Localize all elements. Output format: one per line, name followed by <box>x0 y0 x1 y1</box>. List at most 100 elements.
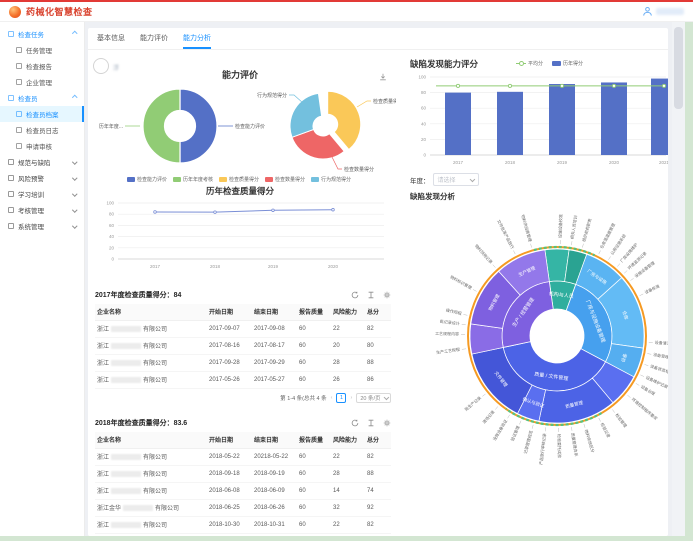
sidebar-item-0[interactable]: 检查任务 <box>0 26 84 42</box>
menu-item-icon <box>8 159 14 165</box>
refresh-icon[interactable] <box>351 291 359 299</box>
company-name-cell: 浙江有限公司 <box>95 320 207 337</box>
export-icon[interactable] <box>367 291 375 299</box>
pie-slice[interactable] <box>180 89 217 163</box>
next-page-button[interactable]: › <box>350 395 352 401</box>
table-cell: 2017-08-16 <box>207 337 252 354</box>
table-row: 浙江有限公司2017-09-072017-09-08602282 <box>95 320 391 337</box>
sidebar-item-7[interactable]: 申请审核 <box>0 138 84 154</box>
sidebar-item-4[interactable]: 检查员 <box>0 90 84 106</box>
refresh-icon[interactable] <box>351 419 359 427</box>
bar-legend-item-0[interactable]: 平均分 <box>516 60 543 67</box>
sunburst-outer-label: 物料供应商管理 <box>520 214 533 243</box>
year-select-placeholder: 请选择 <box>438 175 456 184</box>
export-icon[interactable] <box>367 419 375 427</box>
company-name-cell: 浙江有限公司 <box>95 516 207 533</box>
company-name-cell: 浙江 有限公司 <box>95 482 207 499</box>
company-name-prefix: 浙江 <box>97 327 109 333</box>
table-cell: 82 <box>365 448 391 465</box>
table-2017-title: 2017年度检查质量得分：84 <box>95 290 181 300</box>
legend-item-1[interactable]: 历年年度考核 <box>173 176 213 183</box>
table-panel-2017: 2017年度检查质量得分：84 企业名称开始日期结束日期报告质量风险能力总分浙江… <box>95 289 391 403</box>
redacted-text <box>111 522 141 528</box>
table-cell: 60 <box>297 337 331 354</box>
year-select[interactable]: 请选择 <box>433 173 479 186</box>
table-row: 浙江有限公司2018-10-302018-10-31602282 <box>95 516 391 533</box>
app-title: 药械化智慧检查 <box>26 5 93 18</box>
legend-item-4[interactable]: 行为规范得分 <box>311 176 351 183</box>
company-name-prefix: 浙江 <box>97 489 109 495</box>
y-tick-label: 80 <box>109 212 115 217</box>
sidebar-item-10[interactable]: 学习培训 <box>0 186 84 202</box>
scrollbar-thumb[interactable] <box>674 27 683 109</box>
table-cell: 20 <box>331 337 365 354</box>
table-cell: 92 <box>365 499 391 516</box>
legend-label: 行为规范得分 <box>321 176 351 183</box>
sidebar-item-8[interactable]: 规范与缺陷 <box>0 154 84 170</box>
sidebar-item-12[interactable]: 系统管理 <box>0 218 84 234</box>
sidebar-item-label: 任务管理 <box>26 45 52 55</box>
legend-item-2[interactable]: 检查质量得分 <box>219 176 259 183</box>
table-cell: 26 <box>331 371 365 388</box>
scrollbar[interactable] <box>672 22 685 536</box>
bar-2020[interactable] <box>601 82 627 155</box>
sidebar-item-5[interactable]: 检查员档案 <box>0 106 84 122</box>
column-header: 开始日期 <box>207 304 252 320</box>
sunburst-outer-label: 设施设备校准 <box>556 214 563 238</box>
bar-2019[interactable] <box>549 84 575 155</box>
page-number[interactable]: 1 <box>336 393 346 403</box>
gear-icon[interactable] <box>383 291 391 299</box>
company-name-suffix: 有限公司 <box>143 489 167 495</box>
pie-slice[interactable] <box>143 89 180 163</box>
pie-slice[interactable] <box>290 93 322 137</box>
app-header: 药械化智慧检查 <box>0 2 693 22</box>
table-2017-toolbar <box>351 291 391 299</box>
bar-2021[interactable] <box>651 79 668 155</box>
table-cell: 60 <box>297 499 331 516</box>
pie-callout-label: 检查质量得分 <box>373 98 396 105</box>
user-menu[interactable] <box>642 6 684 17</box>
sidebar-item-9[interactable]: 风险预警 <box>0 170 84 186</box>
table-cell: 22 <box>331 320 365 337</box>
sidebar-item-label: 规范与缺陷 <box>18 157 51 167</box>
redacted-text <box>111 343 141 349</box>
company-name-prefix: 浙江 <box>97 455 109 461</box>
tab-bar: 基本信息能力评价能力分析 <box>88 28 668 50</box>
tab-2[interactable]: 能力分析 <box>183 33 211 49</box>
legend-item-3[interactable]: 检查数量得分 <box>265 176 305 183</box>
sunburst-outer-label: 质量管理体系 <box>570 432 580 457</box>
sidebar-item-2[interactable]: 检查报告 <box>0 58 84 74</box>
table-row: 浙江有限公司2017-09-282017-09-29602888 <box>95 354 391 371</box>
company-name-cell: 浙江有限公司 <box>95 337 207 354</box>
table-cell: 60 <box>297 465 331 482</box>
sidebar-item-label: 系统管理 <box>18 221 44 231</box>
legend-label: 平均分 <box>528 60 543 67</box>
table-row: 浙江有限公司2017-08-162017-08-17602080 <box>95 337 391 354</box>
sidebar-item-1[interactable]: 任务管理 <box>0 42 84 58</box>
table-cell: 2017-09-29 <box>252 354 297 371</box>
tab-1[interactable]: 能力评价 <box>140 33 168 49</box>
sunburst-outer-label: 物料存放区分 <box>584 429 597 454</box>
bar-2017[interactable] <box>445 93 471 155</box>
legend-item-0[interactable]: 检查能力评价 <box>127 176 167 183</box>
sidebar-item-11[interactable]: 考核管理 <box>0 202 84 218</box>
tab-0[interactable]: 基本信息 <box>97 33 125 49</box>
sidebar-item-6[interactable]: 检查员日志 <box>0 122 84 138</box>
prev-page-button[interactable]: ‹ <box>331 395 333 401</box>
sidebar-item-3[interactable]: 企业管理 <box>0 74 84 90</box>
table-row: 浙江金华有限公司2018-06-252018-06-26603292 <box>95 499 391 516</box>
sidebar-item-label: 检查员日志 <box>26 125 59 135</box>
bar-2018[interactable] <box>497 92 523 155</box>
y-tick-label: 40 <box>109 234 115 239</box>
table-cell: 88 <box>365 465 391 482</box>
table-cell: 88 <box>365 354 391 371</box>
bar-legend-item-1[interactable]: 历年得分 <box>552 60 583 67</box>
legend-swatch <box>127 177 135 182</box>
table-cell: 2018-10-30 <box>207 516 252 533</box>
pagination-summary: 第 1-4 条(总共 4 条 <box>280 394 326 402</box>
page-size-select[interactable]: 20 条/页 <box>356 393 391 403</box>
table-cell: 60 <box>297 448 331 465</box>
menu-item-icon <box>8 223 14 229</box>
sunburst-outer-label: 设备管理 <box>653 351 668 360</box>
gear-icon[interactable] <box>383 419 391 427</box>
